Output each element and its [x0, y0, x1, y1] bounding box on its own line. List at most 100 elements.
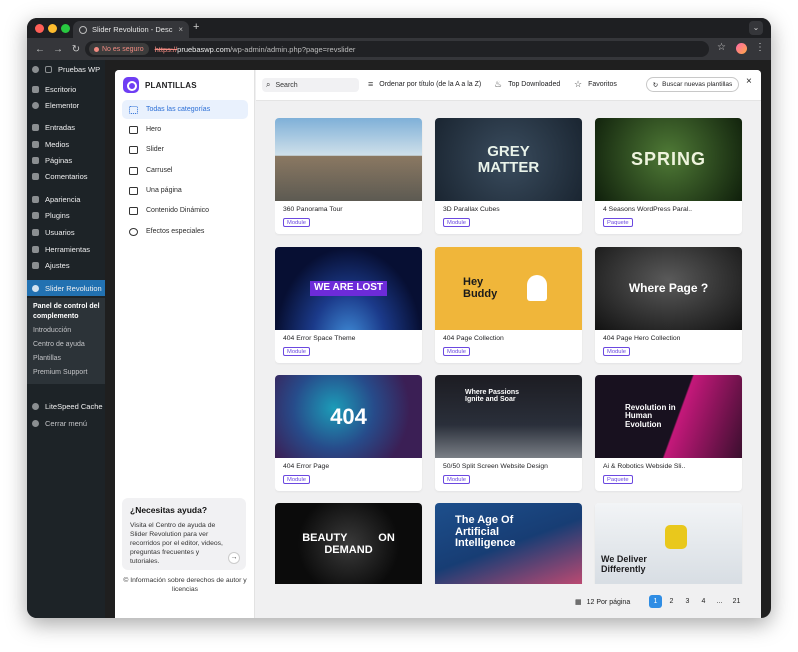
tab-search-icon[interactable]: ⌄ — [749, 21, 763, 35]
category-efectos-especiales[interactable]: Efectos especiales — [122, 222, 248, 241]
template-card[interactable]: Hey Buddy 404 Page Collection Module — [435, 247, 582, 363]
menu-apariencia[interactable]: Apariencia — [27, 192, 105, 207]
dashboard-icon — [32, 86, 39, 93]
sort-label: Ordenar por título (de la A a la Z) — [379, 80, 482, 88]
page-ellipsis: ... — [716, 598, 723, 605]
slider-icon — [129, 145, 138, 154]
template-card[interactable]: Where Passions Ignite and Soar 50/50 Spl… — [435, 375, 582, 491]
effects-icon — [129, 227, 138, 236]
bookmark-star-icon[interactable]: ☆ — [717, 42, 726, 53]
menu-comentarios[interactable]: Comentarios — [27, 169, 105, 184]
template-thumbnail: 404 — [275, 375, 422, 458]
category-contenido-dinamico[interactable]: Contenido Dinámico — [122, 201, 248, 220]
template-name: 404 Error Space Theme — [283, 335, 356, 342]
page-1-button[interactable]: 1 — [649, 595, 662, 608]
home-icon — [45, 66, 52, 73]
menu-paginas[interactable]: Páginas — [27, 153, 105, 168]
category-una-pagina[interactable]: Una página — [122, 181, 248, 200]
modal-sidebar: PLANTILLAS Todas las categorías Hero Sli… — [115, 70, 255, 618]
profile-avatar[interactable] — [736, 43, 747, 54]
address-bar[interactable]: No es seguro https://pruebaswp.com/wp-ad… — [85, 41, 709, 57]
back-icon[interactable]: ← — [31, 44, 49, 55]
submenu-centro-ayuda[interactable]: Centro de ayuda — [33, 341, 85, 348]
menu-herramientas[interactable]: Herramientas — [27, 242, 105, 257]
submenu-introduccion[interactable]: Introducción — [33, 327, 71, 334]
close-icon[interactable]: × — [746, 76, 752, 87]
browser-tab[interactable]: Slider Revolution - Descripció × — [73, 21, 189, 38]
template-card[interactable]: SPRING 4 Seasons WordPress Paral.. Paque… — [595, 118, 742, 234]
search-new-templates-button[interactable]: ↻ Buscar nuevas plantillas — [646, 77, 739, 92]
security-label: No es seguro — [102, 45, 144, 53]
category-carrusel[interactable]: Carrusel — [122, 161, 248, 180]
template-card[interactable]: BEAUTY ON DEMAND — [275, 503, 422, 584]
per-page-selector[interactable]: ▦ 12 Por página — [575, 598, 630, 607]
top-downloaded-filter[interactable]: ♨ Top Downloaded — [494, 79, 560, 90]
thumbnail-text: Revolution in Human Evolution — [625, 402, 676, 429]
new-tab-button[interactable]: + — [193, 21, 199, 33]
maximize-window-button[interactable] — [61, 24, 70, 33]
reload-icon[interactable]: ↻ — [67, 44, 85, 55]
submenu-premium-support[interactable]: Premium Support — [33, 369, 87, 376]
page-4-button[interactable]: 4 — [697, 595, 710, 608]
template-card[interactable]: 360 Panorama Tour Module — [275, 118, 422, 234]
comments-icon — [32, 173, 39, 180]
template-badge: Paquete — [603, 218, 633, 227]
forward-icon[interactable]: → — [49, 44, 67, 55]
submenu-plantillas[interactable]: Plantillas — [33, 355, 61, 362]
template-badge: Module — [283, 347, 311, 356]
category-todas[interactable]: Todas las categorías — [122, 100, 248, 119]
drone-illustration — [665, 525, 687, 549]
submenu-title[interactable]: Panel de control del complemento — [33, 302, 101, 322]
category-slider[interactable]: Slider — [122, 140, 248, 159]
page-2-button[interactable]: 2 — [665, 595, 678, 608]
tab-close-icon[interactable]: × — [178, 25, 183, 34]
template-badge: Paquete — [603, 475, 633, 484]
close-window-button[interactable] — [35, 24, 44, 33]
sort-dropdown[interactable]: ≡ Ordenar por título (de la A a la Z) — [368, 79, 481, 89]
arrow-right-icon[interactable]: → — [228, 552, 240, 564]
sort-icon: ≡ — [368, 79, 374, 89]
copyright-link[interactable]: © Información sobre derechos de autor y … — [123, 576, 247, 594]
category-label: Una página — [146, 187, 182, 194]
menu-usuarios[interactable]: Usuarios — [27, 225, 105, 240]
browser-window: Slider Revolution - Descripció × + ⌄ ← →… — [27, 18, 771, 618]
menu-collapse[interactable]: Cerrar menú — [27, 416, 105, 431]
slider-revolution-logo-icon — [123, 77, 139, 93]
browser-menu-icon[interactable]: ⋮ — [755, 42, 765, 53]
thumbnail-text: GREY MATTER — [477, 142, 540, 176]
template-card[interactable]: 404 404 Error Page Module — [275, 375, 422, 491]
search-input[interactable]: ⌕ Search — [262, 78, 359, 92]
menu-medios[interactable]: Medios — [27, 137, 105, 152]
category-label: Todas las categorías — [146, 106, 211, 113]
template-card[interactable]: The Age Of Artificial Intelligence — [435, 503, 582, 584]
minimize-window-button[interactable] — [48, 24, 57, 33]
wp-site-link[interactable]: Pruebas WP — [27, 62, 105, 77]
template-thumbnail: Where Page ? — [595, 247, 742, 330]
template-card[interactable]: Where Page ? 404 Page Hero Collection Mo… — [595, 247, 742, 363]
menu-litespeed[interactable]: LiteSpeed Cache — [27, 399, 105, 414]
security-chip[interactable]: No es seguro — [89, 43, 149, 55]
page-3-button[interactable]: 3 — [681, 595, 694, 608]
template-card[interactable]: We Deliver Differently — [595, 503, 742, 584]
litespeed-icon — [32, 403, 39, 410]
menu-ajustes[interactable]: Ajustes — [27, 258, 105, 273]
menu-plugins[interactable]: Plugins — [27, 208, 105, 223]
tab-title: Slider Revolution - Descripció — [92, 25, 174, 34]
page-21-button[interactable]: 21 — [730, 595, 743, 608]
menu-label: Apariencia — [45, 195, 81, 204]
template-thumbnail: Hey Buddy — [435, 247, 582, 330]
template-card[interactable]: WE ARE LOST 404 Error Space Theme Module — [275, 247, 422, 363]
category-hero[interactable]: Hero — [122, 120, 248, 139]
tools-icon — [32, 246, 39, 253]
menu-slider-revolution[interactable]: Slider Revolution — [27, 280, 105, 296]
template-badge: Module — [283, 218, 311, 227]
star-icon: ☆ — [574, 79, 583, 89]
template-card[interactable]: GREY MATTER 3D Parallax Cubes Module — [435, 118, 582, 234]
browser-toolbar: ← → ↻ No es seguro https://pruebaswp.com… — [27, 38, 771, 60]
menu-escritorio[interactable]: Escritorio — [27, 82, 105, 97]
tab-bar: Slider Revolution - Descripció × + ⌄ — [27, 18, 771, 38]
template-card[interactable]: Revolution in Human Evolution Ai & Robot… — [595, 375, 742, 491]
favorites-filter[interactable]: ☆ Favoritos — [574, 79, 617, 90]
menu-entradas[interactable]: Entradas — [27, 120, 105, 135]
menu-elementor[interactable]: Elementor — [27, 98, 105, 113]
